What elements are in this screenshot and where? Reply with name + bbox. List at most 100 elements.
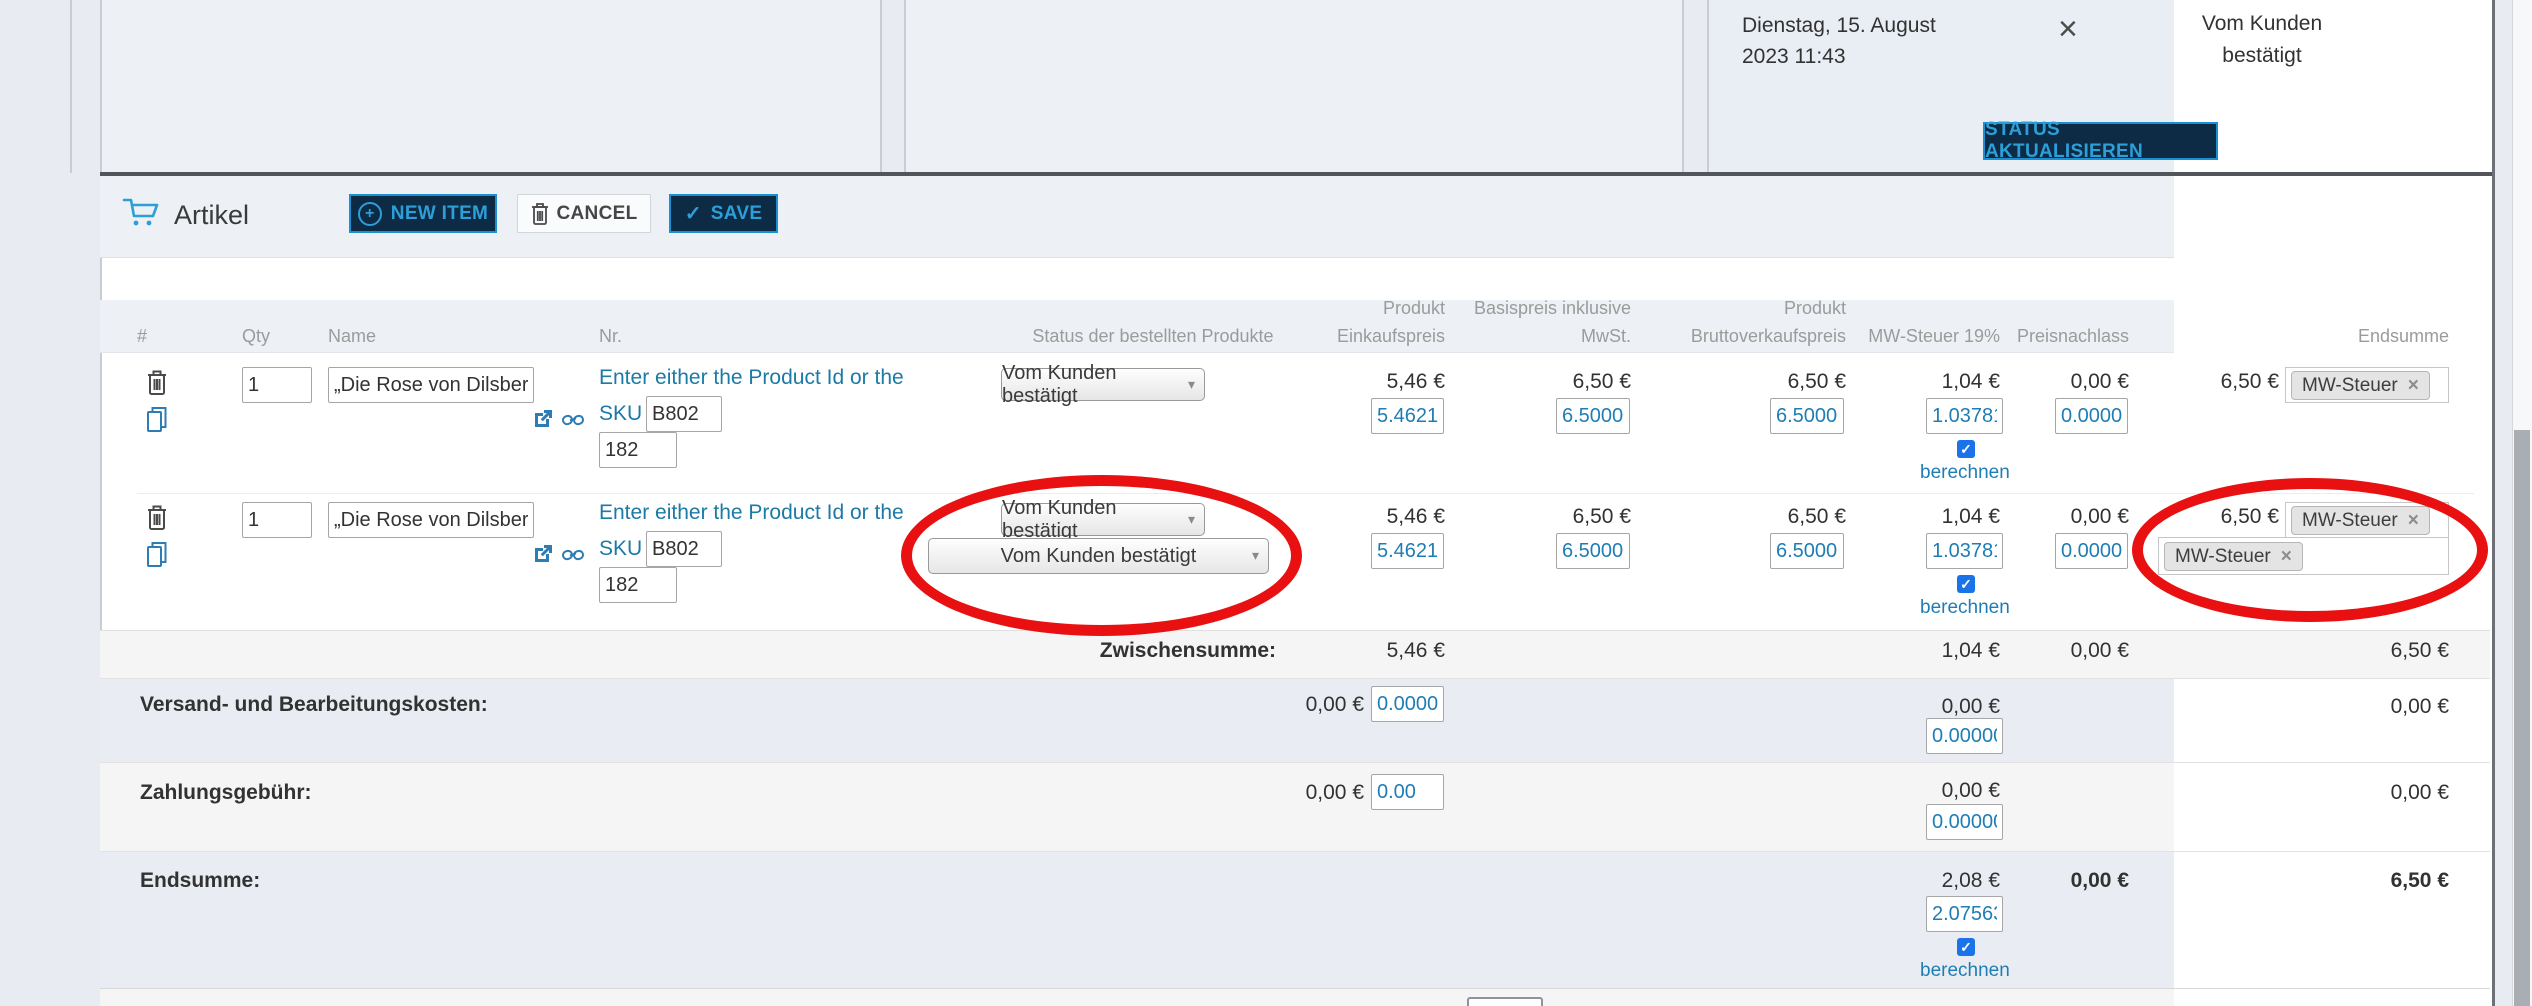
- payment-amount: 0,00 €: [1180, 781, 1364, 805]
- row2-tax-tag-box[interactable]: MW-Steuer ×: [2285, 502, 2449, 538]
- row2-tax-tag[interactable]: MW-Steuer ×: [2291, 506, 2430, 535]
- row1-sku-label: SKU: [599, 402, 642, 426]
- row2-sku-label: SKU: [599, 537, 642, 561]
- row2-edit-icon[interactable]: [533, 544, 553, 569]
- row1-name-input[interactable]: [328, 367, 534, 403]
- grandtotal-tax-input[interactable]: [1926, 896, 2003, 932]
- order-status-line1: Vom Kunden: [2162, 12, 2362, 36]
- row1-qty-input[interactable]: [242, 367, 312, 403]
- row1-divider: [137, 493, 2474, 494]
- row1-delete-icon[interactable]: [146, 369, 168, 402]
- row2-status-value: Vom Kunden bestätigt: [1002, 497, 1188, 543]
- row1-tax-tag[interactable]: MW-Steuer ×: [2291, 371, 2430, 400]
- order-status-line2: bestätigt: [2162, 44, 2362, 68]
- col-header-total: Endsumme: [2289, 322, 2449, 350]
- col-header-purchase: ProduktEinkaufspreis: [1285, 294, 1445, 350]
- tag-remove-icon[interactable]: ×: [2408, 373, 2419, 398]
- row2-sku-input[interactable]: [646, 531, 722, 567]
- close-icon[interactable]: ×: [2058, 10, 2078, 49]
- grandtotal-tax-checkbox[interactable]: ✓: [1957, 938, 1975, 956]
- tag-label: MW-Steuer: [2302, 373, 2398, 398]
- top-card-2: [904, 0, 1684, 173]
- shipping-total: 0,00 €: [2289, 695, 2449, 719]
- payment-tax: 0,00 €: [1840, 779, 2000, 803]
- dropdown-arrow-icon: ▾: [1188, 376, 1195, 393]
- col-header-nr: Nr.: [599, 322, 622, 350]
- cancel-button[interactable]: CANCEL: [517, 194, 651, 233]
- payment-total: 0,00 €: [2289, 781, 2449, 805]
- status-date-line2: 2023 11:43: [1742, 45, 1846, 69]
- row2-total: 6,50 €: [2130, 505, 2279, 529]
- row2-discount-input[interactable]: [2055, 533, 2128, 569]
- grandtotal-calculate-link[interactable]: berechnen: [1920, 960, 2006, 982]
- next-row-bg: [100, 988, 2174, 1006]
- row2-tax-input[interactable]: [1926, 533, 2003, 569]
- shipping-tax-input[interactable]: [1926, 718, 2003, 754]
- new-item-button[interactable]: + NEW ITEM: [349, 194, 497, 233]
- row1-sku-input[interactable]: [646, 396, 722, 432]
- col-header-num: #: [137, 322, 147, 350]
- dropdown-arrow-icon: ▾: [1188, 511, 1195, 528]
- row2-delete-icon[interactable]: [146, 504, 168, 537]
- row2-qty-input[interactable]: [242, 502, 312, 538]
- subtotal-discount: 0,00 €: [1969, 639, 2129, 663]
- tag-remove-icon[interactable]: ×: [2281, 544, 2292, 569]
- section-title: Artikel: [174, 200, 249, 231]
- row1-base-input[interactable]: [1556, 398, 1630, 434]
- plus-circle-icon: +: [358, 202, 382, 226]
- row1-edit-icon[interactable]: [533, 409, 553, 434]
- row2-status-dropdown-duplicate[interactable]: Vom Kunden bestätigt ▾: [928, 538, 1269, 574]
- subtotal-total: 6,50 €: [2289, 639, 2449, 663]
- row2-status-dropdown[interactable]: Vom Kunden bestätigt ▾: [1001, 503, 1205, 536]
- row1-product-id-input[interactable]: [599, 432, 677, 468]
- row2-nr-hint: Enter either the Product Id or the: [599, 501, 904, 525]
- row2-gross-input[interactable]: [1770, 533, 1844, 569]
- shipping-label: Versand- und Bearbeitungskosten:: [140, 693, 488, 717]
- row2-base-input[interactable]: [1556, 533, 1630, 569]
- row1-discount: 0,00 €: [1969, 370, 2129, 394]
- row2-tax-tag-box-duplicate[interactable]: MW-Steuer ×: [2158, 537, 2449, 575]
- row1-tax-input[interactable]: [1926, 398, 2003, 434]
- cart-icon: [122, 196, 162, 235]
- row2-calculate-link[interactable]: berechnen: [1920, 597, 2006, 619]
- tag-label: MW-Steuer: [2175, 544, 2271, 569]
- status-date-line1: Dienstag, 15. August: [1742, 14, 1936, 38]
- row1-copy-icon[interactable]: [146, 406, 168, 439]
- row1-tax-tag-box[interactable]: MW-Steuer ×: [2285, 367, 2449, 403]
- row2-discount: 0,00 €: [1969, 505, 2129, 529]
- row2-tax-checkbox[interactable]: ✓: [1957, 575, 1975, 593]
- row2-product-id-input[interactable]: [599, 567, 677, 603]
- scrollbar-thumb[interactable]: [2514, 430, 2530, 1006]
- row1-status-value: Vom Kunden bestätigt: [1002, 362, 1188, 408]
- payment-label: Zahlungsgebühr:: [140, 781, 312, 805]
- row1-total: 6,50 €: [2130, 370, 2279, 394]
- row1-status-dropdown[interactable]: Vom Kunden bestätigt ▾: [1001, 368, 1205, 401]
- save-button[interactable]: ✓ SAVE: [669, 194, 778, 233]
- col-header-qty: Qty: [242, 322, 270, 350]
- payment-tax-input[interactable]: [1926, 804, 2003, 840]
- col-header-name: Name: [328, 322, 376, 350]
- row1-calculate-link[interactable]: berechnen: [1920, 462, 2006, 484]
- row2-status2-value: Vom Kunden bestätigt: [1001, 545, 1197, 568]
- row2-name-input[interactable]: [328, 502, 534, 538]
- row1-gross-input[interactable]: [1770, 398, 1844, 434]
- shipping-input[interactable]: [1371, 686, 1444, 722]
- status-update-button[interactable]: STATUS AKTUALISIEREN: [1983, 122, 2218, 160]
- tag-remove-icon[interactable]: ×: [2408, 508, 2419, 533]
- order-edit-screen: Dienstag, 15. August 2023 11:43 × STATUS…: [0, 0, 2532, 1006]
- row1-tax-checkbox[interactable]: ✓: [1957, 440, 1975, 458]
- row2-link-icon[interactable]: [562, 546, 584, 569]
- row2-copy-icon[interactable]: [146, 541, 168, 574]
- cutoff-input[interactable]: [1467, 997, 1543, 1006]
- payment-input[interactable]: [1371, 774, 1444, 810]
- row2-purchase-input[interactable]: [1371, 533, 1444, 569]
- trash-icon: [531, 202, 549, 226]
- col-header-base: Basispreis inklusiveMwSt.: [1440, 294, 1631, 350]
- grandtotal-total: 6,50 €: [2289, 869, 2449, 893]
- row1-purchase-input[interactable]: [1371, 398, 1444, 434]
- shipping-divider: [100, 762, 2490, 763]
- row1-discount-input[interactable]: [2055, 398, 2128, 434]
- row1-base-price: 6,50 €: [1470, 370, 1631, 394]
- row1-link-icon[interactable]: [562, 411, 584, 434]
- row2-tax-tag2[interactable]: MW-Steuer ×: [2164, 542, 2303, 571]
